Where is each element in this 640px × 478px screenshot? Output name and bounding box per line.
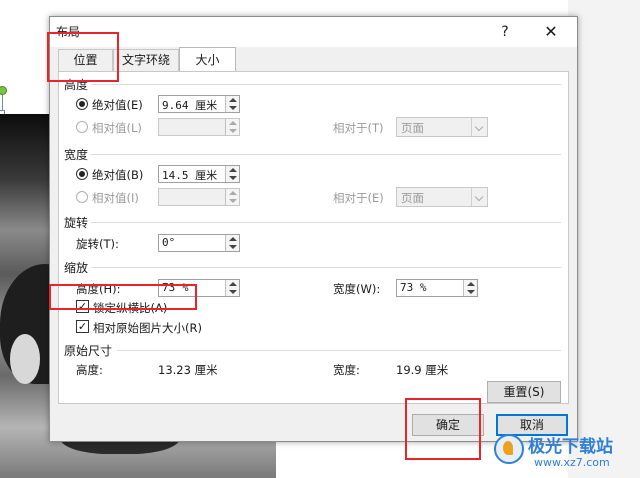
section-divider xyxy=(91,267,561,268)
close-button[interactable]: ✕ xyxy=(539,21,563,43)
watermark-text: 极光下载站 xyxy=(528,437,613,457)
height-relative-to-label: 相对于(T) xyxy=(333,121,384,135)
reset-button[interactable]: 重置(S) xyxy=(487,381,561,403)
original-width-label: 宽度: xyxy=(333,363,360,377)
width-absolute-input[interactable]: 14.5 厘米 xyxy=(158,165,240,183)
arch-opening xyxy=(10,334,40,384)
highlight-box-position-tab xyxy=(47,32,119,82)
site-logo-icon xyxy=(494,434,524,464)
height-absolute-radio[interactable] xyxy=(76,98,88,110)
section-divider xyxy=(117,350,561,351)
scale-width-label: 宽度(W): xyxy=(333,282,381,296)
height-relative-input xyxy=(158,118,240,136)
height-absolute-input[interactable]: 9.64 厘米 xyxy=(158,95,240,113)
width-section-title: 宽度 xyxy=(64,148,89,162)
spinner-arrows[interactable] xyxy=(225,96,239,112)
site-watermark: 极光下载站 www.xz7.com xyxy=(494,430,634,474)
tab-text-wrapping[interactable]: 文字环绕 xyxy=(113,49,179,72)
section-divider xyxy=(91,84,561,85)
rotate-input[interactable]: 0° xyxy=(158,234,240,252)
chevron-down-icon xyxy=(471,188,487,206)
dialog-titlebar: 布局 ? ✕ xyxy=(50,17,577,47)
spinner-arrows[interactable] xyxy=(225,280,239,296)
tab-size[interactable]: 大小 xyxy=(179,47,236,72)
size-panel: 高度 绝对值(E) 9.64 厘米 相对值(L) 相对于(T) 页面 宽度 绝对… xyxy=(58,71,569,404)
spinner-arrows[interactable] xyxy=(225,235,239,251)
selection-connector xyxy=(2,95,3,111)
relative-original-checkbox[interactable]: ✓ xyxy=(76,320,89,333)
width-relative-radio[interactable] xyxy=(76,191,88,203)
section-divider xyxy=(91,154,561,155)
document-margin xyxy=(568,0,640,478)
width-relative-to-select: 页面 xyxy=(396,187,488,207)
chevron-down-icon xyxy=(471,118,487,136)
original-width-value: 19.9 厘米 xyxy=(396,363,449,377)
spinner-arrows[interactable] xyxy=(225,166,239,182)
original-height-label: 高度: xyxy=(76,363,103,377)
watermark-url: www.xz7.com xyxy=(534,456,610,469)
layout-dialog: 布局 ? ✕ 位置 文字环绕 大小 高度 绝对值(E) 9.64 厘米 相对值(… xyxy=(49,16,578,442)
relative-original-label: 相对原始图片大小(R) xyxy=(93,321,202,335)
highlight-box-lock-aspect xyxy=(49,284,197,310)
highlight-box-ok-button xyxy=(405,398,481,460)
width-relative-label: 相对值(I) xyxy=(92,191,139,205)
width-absolute-radio[interactable] xyxy=(76,168,88,180)
spinner-arrows xyxy=(225,189,239,205)
width-relative-to-label: 相对于(E) xyxy=(333,191,384,205)
spinner-arrows[interactable] xyxy=(463,280,477,296)
help-button[interactable]: ? xyxy=(493,21,517,43)
spinner-arrows xyxy=(225,119,239,135)
rotate-label: 旋转(T): xyxy=(76,237,119,251)
height-absolute-label: 绝对值(E) xyxy=(92,98,143,112)
height-relative-to-select: 页面 xyxy=(396,117,488,137)
original-height-value: 13.23 厘米 xyxy=(158,363,218,377)
width-relative-input xyxy=(158,188,240,206)
height-relative-label: 相对值(L) xyxy=(92,121,142,135)
rotate-section-title: 旋转 xyxy=(64,216,89,230)
scale-section-title: 缩放 xyxy=(64,261,89,275)
scale-width-input[interactable]: 73 % xyxy=(396,279,478,297)
height-relative-radio[interactable] xyxy=(76,121,88,133)
section-divider xyxy=(91,222,561,223)
width-absolute-label: 绝对值(B) xyxy=(92,168,144,182)
original-size-section-title: 原始尺寸 xyxy=(64,344,113,358)
